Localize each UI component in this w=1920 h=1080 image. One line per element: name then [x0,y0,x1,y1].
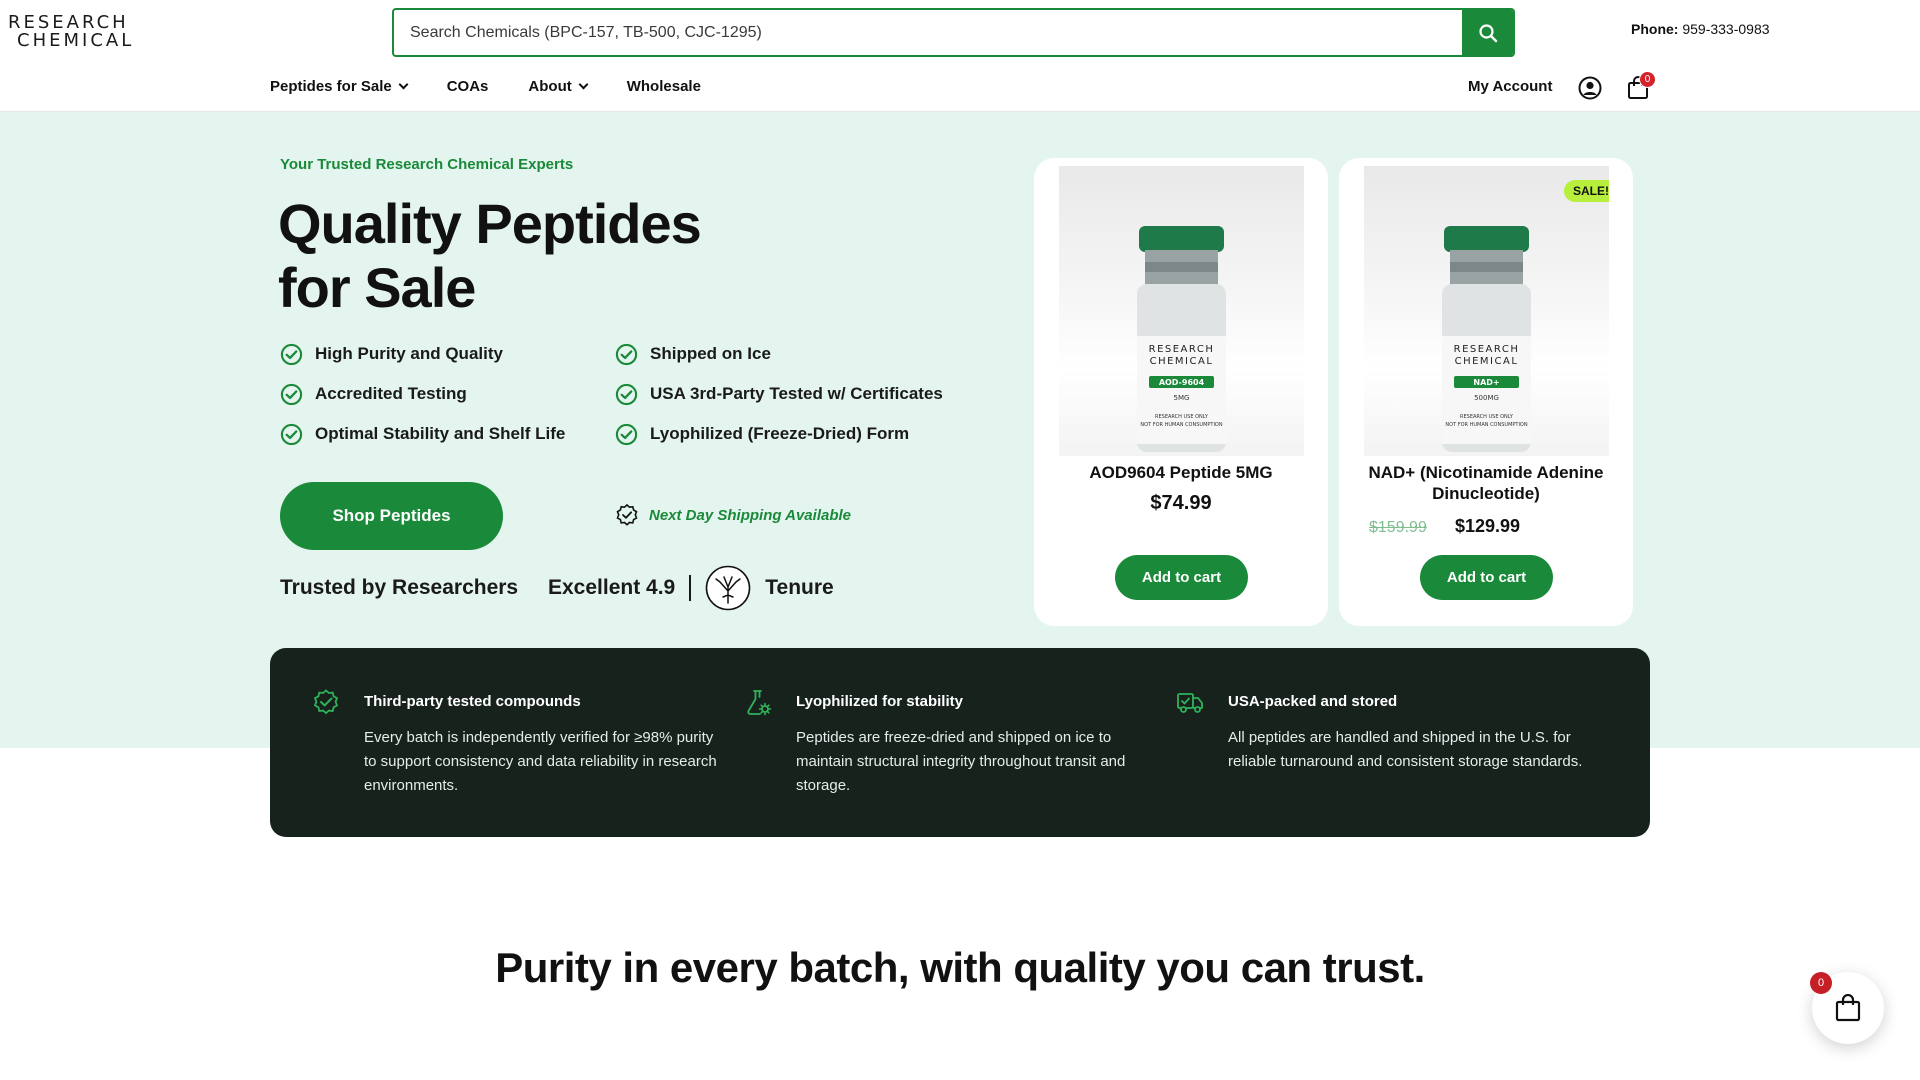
vial-note-2: NOT FOR HUMAN CONSUMPTION [1140,422,1222,428]
add-to-cart-button[interactable]: Add to cart [1420,555,1553,600]
benefit-title: Lyophilized for stability [796,693,963,710]
search-bar [392,8,1515,57]
shop-peptides-button[interactable]: Shop Peptides [280,482,503,550]
sale-badge: SALE! [1564,180,1609,202]
vial-brand-1: RESEARCH [1454,344,1520,355]
nav-label: Wholesale [626,78,701,95]
feature-label: High Purity and Quality [315,344,503,363]
shopping-bag-icon [1835,994,1861,1022]
logo[interactable]: RESEARCH CHEMICAL [8,14,132,50]
phone-label: Phone: [1631,21,1679,37]
feature-list: High Purity and Quality Shipped on Ice A… [280,342,980,446]
feature-item: Lyophilized (Freeze-Dried) Form [615,422,980,446]
check-circle-icon [280,343,303,365]
feature-item: Optimal Stability and Shelf Life [280,422,615,446]
shipping-note-text: Next Day Shipping Available [649,506,851,524]
vial-image: RESEARCH CHEMICAL NAD+ 500MG RESEARCH US… [1442,226,1531,452]
phone-contact[interactable]: Phone: 959-333-0983 [1631,21,1770,37]
product-image[interactable]: RESEARCH CHEMICAL AOD-9604 5MG RESEARCH … [1059,166,1304,456]
vial-brand-2: CHEMICAL [1455,356,1519,367]
delivery-truck-icon [1177,693,1203,713]
nav-label: About [528,78,572,95]
benefit-text: Every batch is independently verified fo… [364,729,717,794]
verified-badge-icon [313,689,339,715]
vial-note-1: RESEARCH USE ONLY [1460,414,1514,420]
benefit-text: All peptides are handled and shipped in … [1228,729,1583,770]
feature-item: USA 3rd-Party Tested w/ Certificates [615,382,980,406]
vial-brand-1: RESEARCH [1149,344,1215,355]
verified-badge-icon [616,503,638,526]
benefit-title: Third-party tested compounds [364,693,581,710]
check-circle-icon [615,383,638,405]
divider [689,575,692,601]
rating-widget[interactable]: Excellent 4.9 Tenure [548,565,834,611]
product-price: $74.99 [1150,492,1212,514]
benefits-band: Third-party tested compounds Every batch… [270,648,1650,837]
search-input[interactable] [394,10,1460,55]
hero-title: Quality Peptides for Sale [278,192,798,320]
product-name[interactable]: NAD+ (Nicotinamide Adenine Dinucleotide) [1349,462,1623,504]
hero-eyebrow: Your Trusted Research Chemical Experts [280,156,574,173]
flask-gear-icon [747,690,772,716]
product-image[interactable]: RESEARCH CHEMICAL NAD+ 500MG RESEARCH US… [1364,166,1609,456]
nav-label: COAs [446,78,489,95]
vial-dose: 5MG [1174,394,1190,402]
search-icon [1478,23,1497,42]
logo-line-2: CHEMICAL [17,30,135,51]
nav-coas[interactable]: COAs [447,78,489,95]
feature-label: USA 3rd-Party Tested w/ Certificates [650,384,943,403]
hero-title-line-2: for Sale [278,256,476,319]
product-name[interactable]: AOD9604 Peptide 5MG [1044,462,1318,483]
rating-brand: Tenure [765,576,834,599]
floating-cart-count: 0 [1810,972,1832,994]
product-old-price: $159.99 [1369,519,1427,536]
trusted-label: Trusted by Researchers [280,576,519,599]
vial-note-1: RESEARCH USE ONLY [1155,414,1209,420]
feature-label: Lyophilized (Freeze-Dried) Form [650,424,910,443]
nav-wholesale[interactable]: Wholesale [627,78,701,95]
product-card[interactable]: RESEARCH CHEMICAL AOD-9604 5MG RESEARCH … [1034,158,1328,626]
feature-item: Accredited Testing [280,382,615,406]
cart-count-badge: 0 [1639,71,1656,88]
vial-note-2: NOT FOR HUMAN CONSUMPTION [1445,422,1527,428]
check-circle-icon [615,423,638,445]
tenure-tree-icon [705,565,751,611]
nav-label: Peptides for Sale [270,78,392,95]
product-price: $129.99 [1455,516,1521,536]
vial-product-label: AOD-9604 [1159,378,1205,387]
rating-text: Excellent 4.9 [548,576,676,599]
main-nav: Peptides for Sale COAs About Wholesale [270,78,741,95]
vial-dose: 500MG [1474,394,1499,402]
add-to-cart-button[interactable]: Add to cart [1115,555,1248,600]
nav-peptides-for-sale[interactable]: Peptides for Sale [270,78,409,95]
check-circle-icon [615,343,638,365]
nav-about[interactable]: About [528,78,589,95]
user-icon[interactable] [1578,76,1602,100]
feature-label: Optimal Stability and Shelf Life [315,424,566,443]
chevron-down-icon [578,79,589,90]
site-header: RESEARCH CHEMICAL Phone: 959-333-0983 Pe… [0,0,1920,112]
benefit-text: Peptides are freeze-dried and shipped on… [796,729,1126,794]
search-button[interactable] [1462,10,1513,55]
feature-label: Shipped on Ice [650,344,771,363]
check-circle-icon [280,423,303,445]
vial-brand-2: CHEMICAL [1150,356,1214,367]
shipping-note: Next Day Shipping Available [615,503,851,527]
check-circle-icon [280,383,303,405]
section-tagline: Purity in every batch, with quality you … [495,944,1425,991]
page: RESEARCH CHEMICAL Phone: 959-333-0983 Pe… [0,0,1920,1080]
vial-image: RESEARCH CHEMICAL AOD-9604 5MG RESEARCH … [1137,226,1226,452]
phone-number: 959-333-0983 [1682,21,1770,37]
my-account-link[interactable]: My Account [1468,78,1552,95]
benefit-title: USA-packed and stored [1228,693,1398,710]
chevron-down-icon [398,79,409,90]
vial-product-label: NAD+ [1473,378,1499,387]
product-card[interactable]: RESEARCH CHEMICAL NAD+ 500MG RESEARCH US… [1339,158,1633,626]
feature-item: High Purity and Quality [280,342,615,366]
hero-title-line-1: Quality Peptides [278,192,702,255]
feature-label: Accredited Testing [315,384,467,403]
feature-item: Shipped on Ice [615,342,980,366]
